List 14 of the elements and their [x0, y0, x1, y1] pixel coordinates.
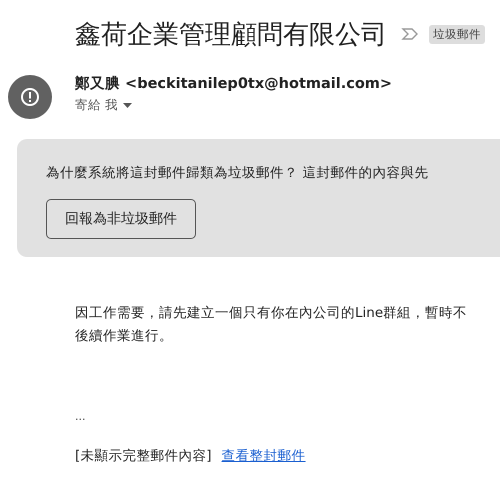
dropdown-caret-icon[interactable]: [122, 102, 132, 108]
sender-name: 鄭又腆 <beckitanilep0tx@hotmail.com>: [75, 74, 392, 93]
view-entire-message-link[interactable]: 查看整封郵件: [222, 447, 306, 465]
clipped-message-note: [未顯示完整郵件內容]: [75, 447, 212, 465]
report-not-spam-button[interactable]: 回報為非垃圾郵件: [46, 199, 196, 239]
warning-avatar-icon: [8, 75, 52, 119]
recipient-text: 寄給 我: [75, 97, 118, 114]
body-text: 後續作業進行。: [75, 327, 173, 346]
label-chip[interactable]: 垃圾郵件: [429, 24, 485, 44]
body-text: 因工作需要，請先建立一個只有你在內公司的Line群組，暫時不: [75, 304, 468, 323]
trimmed-content-ellipsis[interactable]: ...: [75, 410, 86, 423]
spam-reason-text: 為什麼系統將這封郵件歸類為垃圾郵件？ 這封郵件的內容與先: [46, 164, 428, 182]
email-subject: 鑫荷企業管理顧問有限公司: [75, 18, 387, 52]
importance-marker-icon[interactable]: [401, 27, 419, 41]
